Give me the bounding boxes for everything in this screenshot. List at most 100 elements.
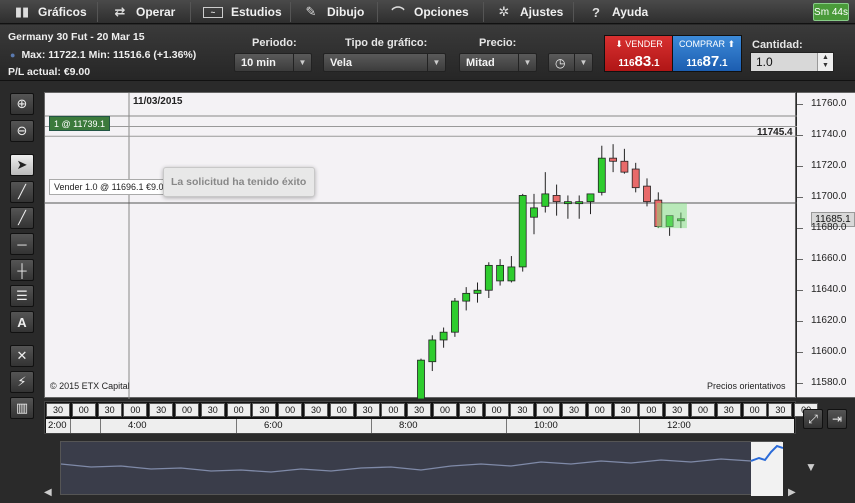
arrow-down-icon: ⬇ (615, 39, 623, 49)
time-cell: 30 (510, 403, 535, 417)
time-cell: 30 (252, 403, 277, 417)
quantity-stepper[interactable]: 1.0 ▲ ▼ (750, 52, 834, 72)
chevron-down-icon: ▼ (518, 54, 536, 71)
scroll-right-icon[interactable]: ▶ (788, 487, 796, 498)
hour-label: 4:00 (128, 420, 147, 431)
hour-label: 2:00 (48, 420, 67, 431)
time-cell: 30 (562, 403, 586, 417)
menu-ajustes[interactable]: ✲ Ajustes (496, 0, 564, 24)
period-label: Periodo: (252, 37, 297, 49)
magnet-icon[interactable]: ⚡ (10, 371, 34, 393)
menu-estudios[interactable]: ~ Estudios (203, 0, 282, 24)
info-dot-icon: ● (10, 50, 16, 60)
time-cell: 30 (613, 403, 638, 417)
candle-body (462, 292, 471, 302)
y-tick (797, 134, 803, 136)
time-cell: 30 (355, 403, 380, 417)
hour-separator (371, 419, 372, 433)
navigator-selection[interactable] (751, 442, 783, 496)
hour-row: 2:00 4:00 6:00 8:00 10:00 12:00 (46, 419, 794, 433)
price-select[interactable]: Mitad ▼ (459, 53, 537, 72)
pl-current: P/L actual: €9.00 (8, 66, 91, 78)
zoom-out-icon[interactable]: ⊖ (10, 120, 34, 142)
chevron-down-icon: ▼ (293, 54, 311, 71)
time-cell: 00 (175, 403, 199, 417)
menu-opciones[interactable]: ⌒ Opciones (390, 0, 468, 24)
candle-body (439, 331, 448, 341)
menu-ayuda[interactable]: ? Ayuda (588, 0, 648, 24)
vertical-line-icon[interactable]: ┼ (10, 259, 34, 281)
candle-body (541, 193, 550, 207)
candle-body (609, 157, 617, 162)
current-bar-highlight (656, 203, 687, 229)
line-icon[interactable]: ╱ (10, 207, 34, 229)
text-tool-icon[interactable]: A (10, 311, 34, 333)
export-icon[interactable]: ⇥ (827, 409, 847, 429)
chart-type-label: Tipo de gráfico: (345, 37, 428, 49)
period-select[interactable]: 10 min ▼ (234, 53, 312, 72)
y-tick (797, 228, 803, 230)
time-cell: 00 (329, 403, 354, 417)
candle-body (597, 157, 606, 193)
menu-dibujo[interactable]: ✎ Dibujo (303, 0, 365, 24)
time-cell: 00 (278, 403, 303, 417)
sell-button[interactable]: ⬇ VENDER 11683.1 (604, 35, 674, 72)
menu-graficos[interactable]: ▮▮ Gráficos (14, 0, 87, 24)
candle-body (518, 195, 527, 268)
price-chart[interactable]: 11/03/2015 1 @ 11739.1 Vender 1.0 @ 1169… (44, 92, 797, 399)
candle-body (507, 266, 516, 282)
buy-button[interactable]: COMPRAR ⬆ 11687.1 (672, 35, 742, 72)
time-cell: 00 (484, 403, 509, 417)
zoom-in-icon[interactable]: ⊕ (10, 93, 34, 115)
chart-navigator[interactable] (60, 441, 783, 496)
time-cell: 00 (639, 403, 664, 417)
candle-body (417, 359, 425, 399)
trendline-icon[interactable]: ╱ (10, 181, 34, 203)
fibonacci-icon[interactable]: ☰ (10, 285, 34, 307)
hour-separator (506, 419, 507, 433)
instrument-range: ● Max: 11722.1 Min: 11516.6 (+1.36%) (10, 49, 197, 61)
price-axis: 11685.1 11580.0 11600.0 11620.0 11640.0 1166… (797, 92, 855, 398)
crosshair-icon[interactable]: ✕ (10, 345, 34, 367)
time-cell: 00 (587, 403, 612, 417)
chart-type-select[interactable]: Vela ▼ (323, 53, 446, 72)
chart-date-label: 11/03/2015 (133, 96, 183, 107)
time-axis[interactable]: 2:00 4:00 6:00 8:00 10:00 12:00 30 00 30 00 30 00 3… (44, 401, 819, 434)
candle-body (428, 339, 437, 363)
time-cell: 30 (716, 403, 741, 417)
candle-body (473, 289, 482, 294)
horizontal-line-icon[interactable]: ─ (10, 233, 34, 255)
pointer-icon[interactable]: ➤ (10, 154, 34, 176)
scroll-left-icon[interactable]: ◀ (44, 487, 52, 498)
fullscreen-icon[interactable]: ⤢ (803, 409, 823, 429)
sell-label: ⬇ VENDER (615, 39, 663, 49)
order-level-tag[interactable]: 1 @ 11739.1 (49, 116, 111, 131)
y-tick (797, 352, 803, 354)
hour-separator (70, 419, 71, 433)
hour-separator (639, 419, 640, 433)
candle-body (586, 193, 595, 203)
menu-separator (190, 2, 191, 22)
instrument-bar: Germany 30 Fut - 20 Mar 15 ● Max: 11722.1… (0, 25, 855, 81)
menu-separator (377, 2, 378, 22)
time-cell: 30 (149, 403, 174, 417)
time-cell: 00 (71, 403, 96, 417)
menu-operar[interactable]: ⇄ Operar (112, 0, 176, 24)
time-cell: 30 (200, 403, 225, 417)
time-cell: 30 (768, 403, 793, 417)
candlestick-plot (45, 93, 797, 399)
position-level-tag[interactable]: Vender 1.0 @ 11696.1 €9.00 (49, 179, 174, 195)
candle-body (620, 160, 629, 173)
bar-chart-icon: ▮▮ (14, 4, 30, 19)
chevron-down-icon: ▼ (427, 54, 445, 71)
buy-label: COMPRAR ⬆ (678, 39, 736, 49)
hour-separator (236, 419, 237, 433)
candle-body (631, 168, 640, 189)
y-tick (797, 103, 803, 105)
stepper-arrows-icon[interactable]: ▲ ▼ (817, 53, 833, 71)
collapse-navigator-icon[interactable]: ▼ (805, 460, 817, 474)
price-alert-select[interactable]: ◷ ▼ (548, 53, 593, 72)
instrument-name: Germany 30 Fut - 20 Mar 15 (8, 31, 145, 43)
navigator-line (61, 458, 752, 473)
trash-icon[interactable]: ▥ (10, 397, 34, 419)
